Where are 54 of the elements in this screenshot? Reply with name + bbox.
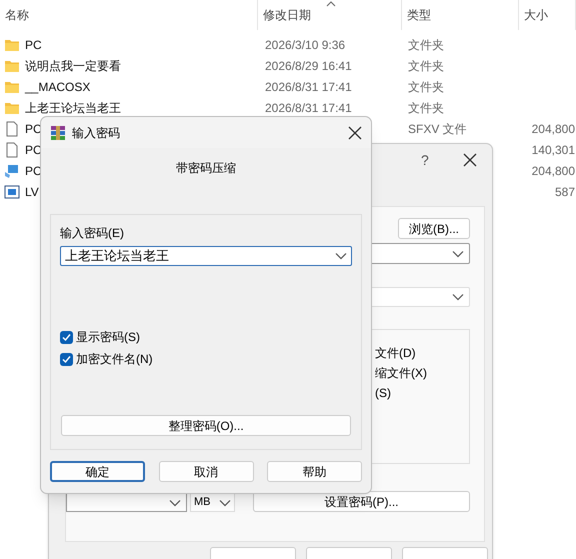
chevron-down-icon: [452, 293, 464, 301]
dialog-button[interactable]: 确定: [50, 461, 145, 482]
field-label: 输入密码(E): [60, 225, 125, 242]
option-label: 缩文件(X): [375, 365, 427, 382]
file-type: 文件夹: [408, 38, 444, 52]
checkbox-label: 加密文件名(N): [76, 351, 153, 368]
file-icon: [4, 142, 20, 158]
file-name[interactable]: 上老王论坛当老王: [25, 98, 121, 116]
browse-button[interactable]: 浏览(B)...: [398, 218, 470, 239]
file-size: 140,301: [532, 142, 575, 158]
file-type: 文件夹: [408, 100, 444, 114]
option-label: (S): [375, 385, 391, 402]
password-field[interactable]: 上老王论坛当老王: [60, 246, 352, 266]
file-size: 204,800: [532, 120, 575, 138]
checkbox[interactable]: [60, 330, 73, 344]
file-icon: [4, 120, 20, 136]
chevron-down-icon: [335, 252, 347, 260]
column-header[interactable]: 修改日期: [263, 6, 311, 24]
file-name[interactable]: __MACOSX: [25, 78, 90, 96]
file-date: 2026/8/29 16:41: [265, 58, 352, 72]
file-size: 587: [554, 184, 575, 200]
unit-dropdown[interactable]: MB: [190, 493, 235, 512]
file-type: SFXV 文件: [408, 122, 467, 136]
file-type: 文件夹: [408, 80, 444, 94]
column-header[interactable]: 名称: [5, 6, 29, 24]
file-date: 2026/3/10 9:36: [265, 38, 346, 52]
file-name[interactable]: 说明点我一定要看: [25, 56, 121, 74]
chevron-down-icon: [452, 250, 464, 258]
file-date: 2026/8/31 17:41: [265, 80, 352, 94]
file-size: 204,800: [532, 162, 575, 180]
close-icon[interactable]: [348, 126, 362, 140]
dialog-button[interactable]: 取消: [158, 461, 254, 482]
checkbox[interactable]: [60, 352, 73, 366]
organize-passwords-button[interactable]: 整理密码(O)...: [61, 415, 351, 436]
option-label: 文件(D): [375, 345, 416, 362]
column-header[interactable]: 大小: [524, 6, 548, 24]
computer-icon: [4, 162, 20, 178]
file-name[interactable]: LV: [25, 182, 39, 200]
chevron-down-icon: [219, 498, 231, 506]
checkbox-label: 显示密码(S): [76, 329, 140, 346]
size-field[interactable]: [66, 493, 187, 512]
close-icon[interactable]: [463, 153, 477, 167]
file-name[interactable]: PC: [25, 36, 42, 54]
window-title: 输入密码: [72, 124, 121, 142]
window-icon: [4, 184, 20, 200]
chevron-down-icon: [169, 498, 181, 506]
file-date: 2026/8/31 17:41: [265, 100, 352, 114]
set-password-button[interactable]: 设置密码(P)...: [253, 491, 470, 512]
column-header[interactable]: 类型: [407, 6, 431, 24]
archive-app-icon: [50, 124, 66, 140]
file-type: 文件夹: [408, 58, 444, 72]
help-button[interactable]: ?: [421, 150, 429, 171]
dialog-heading: 带密码压缩: [176, 160, 236, 177]
dialog-button[interactable]: 帮助: [267, 461, 362, 482]
